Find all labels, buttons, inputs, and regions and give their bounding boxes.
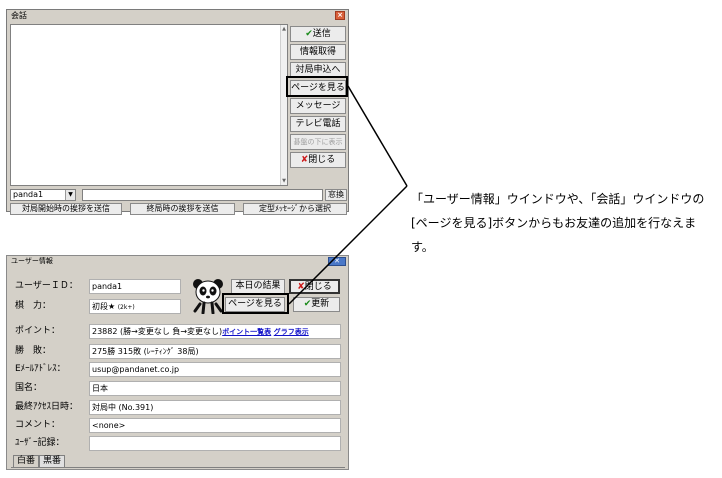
callout-lines — [288, 85, 408, 305]
